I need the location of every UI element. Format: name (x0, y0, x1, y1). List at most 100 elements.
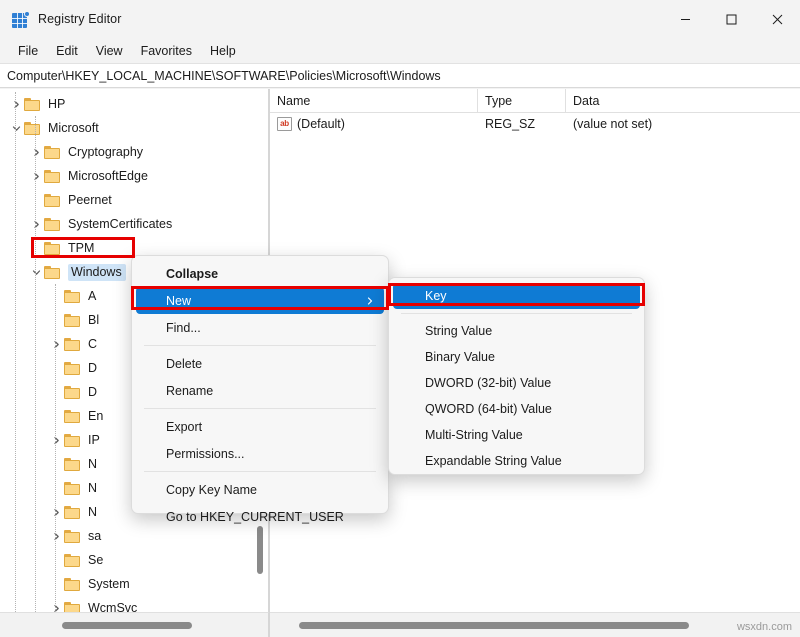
chevron-right-icon[interactable] (8, 92, 24, 116)
tree-scroll-thumb[interactable] (257, 526, 263, 574)
submenu-item-binary-value[interactable]: Binary Value (393, 344, 640, 370)
tree-guide-stub (48, 380, 64, 404)
menu-separator (144, 408, 376, 409)
menu-separator (144, 345, 376, 346)
value-name-cell: ab (Default) (270, 117, 478, 131)
minimize-button[interactable] (662, 0, 708, 38)
chevron-down-icon[interactable] (8, 116, 24, 140)
tree-guide-stub (48, 572, 64, 596)
address-bar[interactable]: Computer\HKEY_LOCAL_MACHINE\SOFTWARE\Pol… (0, 63, 800, 88)
submenu-item-qword-64-bit-value[interactable]: QWORD (64-bit) Value (393, 396, 640, 422)
tree-guide-line (35, 116, 36, 612)
tree-item-label: Se (88, 553, 104, 567)
tree-item-label: Windows (68, 263, 126, 281)
context-menu-item-label: Copy Key Name (166, 482, 258, 497)
maximize-button[interactable] (708, 0, 754, 38)
tree-guide-stub (48, 284, 64, 308)
column-header-name[interactable]: Name (270, 89, 478, 113)
values-horizontal-scrollbar[interactable] (270, 612, 800, 637)
chevron-right-icon[interactable] (48, 596, 64, 612)
table-row[interactable]: ab (Default) REG_SZ (value not set) (270, 113, 800, 135)
submenu-item-string-value[interactable]: String Value (393, 318, 640, 344)
tree-item-label: Bl (88, 313, 100, 327)
submenu-item-dword-32-bit-value[interactable]: DWORD (32-bit) Value (393, 370, 640, 396)
tree-item-se[interactable]: Se (0, 548, 268, 572)
tree-guide-stub (48, 548, 64, 572)
chevron-down-icon[interactable] (28, 260, 44, 284)
column-header-data[interactable]: Data (566, 89, 800, 113)
tree-item-hp[interactable]: HP (0, 92, 268, 116)
folder-icon (64, 481, 82, 495)
tree-item-label: A (88, 289, 97, 303)
value-type-cell: REG_SZ (485, 117, 536, 131)
folder-icon (44, 145, 62, 159)
tree-horizontal-scrollbar[interactable] (0, 612, 269, 637)
tree-item-system[interactable]: System (0, 572, 268, 596)
tree-item-microsoftedge[interactable]: MicrosoftEdge (0, 164, 268, 188)
tree-guide-stub (48, 476, 64, 500)
tree-guide-stub (28, 188, 44, 212)
tree-item-wcmsvc[interactable]: WcmSvc (0, 596, 268, 612)
registry-editor-icon (12, 10, 30, 28)
tree-item-cryptography[interactable]: Cryptography (0, 140, 268, 164)
tree-item-label: N (88, 457, 98, 471)
context-menu-item-label: Go to HKEY_CURRENT_USER (166, 509, 344, 524)
context-menu-item-rename[interactable]: Rename (136, 377, 384, 404)
submenu-item-multi-string-value[interactable]: Multi-String Value (393, 422, 640, 448)
context-menu-item-copy-key-name[interactable]: Copy Key Name (136, 476, 384, 503)
chevron-right-icon[interactable] (28, 140, 44, 164)
submenu-item-key[interactable]: Key (393, 283, 640, 309)
context-menu[interactable]: Collapse New Find... Delete Rename Export Perm… (131, 255, 389, 524)
context-menu-item-label: Export (166, 419, 203, 434)
folder-icon (64, 529, 82, 543)
chevron-right-icon[interactable] (28, 212, 44, 236)
tree-item-peernet[interactable]: Peernet (0, 188, 268, 212)
column-header-type[interactable]: Type (478, 89, 566, 113)
string-value-icon: ab (277, 117, 292, 131)
menu-separator (401, 313, 632, 314)
folder-icon (64, 577, 82, 591)
menu-favorites[interactable]: Favorites (132, 41, 201, 61)
folder-icon (44, 241, 62, 255)
context-menu-item-new[interactable]: New (136, 287, 384, 314)
tree-item-label: D (88, 385, 98, 399)
context-menu-item-label: New (166, 293, 192, 308)
context-menu-item-find[interactable]: Find... (136, 314, 384, 341)
context-menu-item-collapse[interactable]: Collapse (136, 260, 384, 287)
context-menu-item-go-to-hkey-current-user[interactable]: Go to HKEY_CURRENT_USER (136, 503, 384, 530)
tree-item-systemcertificates[interactable]: SystemCertificates (0, 212, 268, 236)
tree-item-label: En (88, 409, 104, 423)
tree-item-label: System (88, 577, 130, 591)
folder-icon (24, 121, 42, 135)
menu-help[interactable]: Help (201, 41, 245, 61)
tree-item-label: Peernet (68, 193, 112, 207)
chevron-right-icon[interactable] (48, 428, 64, 452)
tree-guide-line (55, 284, 56, 612)
chevron-right-icon[interactable] (48, 500, 64, 524)
tree-guide-line (15, 92, 16, 612)
values-hscroll-thumb[interactable] (299, 622, 689, 629)
folder-icon (64, 433, 82, 447)
tree-hscroll-thumb[interactable] (62, 622, 192, 629)
context-menu-item-export[interactable]: Export (136, 413, 384, 440)
folder-icon (24, 97, 42, 111)
tree-guide-stub (48, 404, 64, 428)
submenu-item-expandable-string-value[interactable]: Expandable String Value (393, 448, 640, 474)
chevron-right-icon[interactable] (28, 164, 44, 188)
tree-item-microsoft[interactable]: Microsoft (0, 116, 268, 140)
tree-item-label: IP (88, 433, 100, 447)
tree-item-label: Cryptography (68, 145, 144, 159)
menu-view[interactable]: View (87, 41, 132, 61)
close-button[interactable] (754, 0, 800, 38)
tree-guide-stub (48, 308, 64, 332)
tree-item-label: SystemCertificates (68, 217, 173, 231)
menu-edit[interactable]: Edit (47, 41, 87, 61)
chevron-right-icon[interactable] (48, 332, 64, 356)
new-submenu[interactable]: Key String Value Binary Value DWORD (32-bit… (388, 277, 645, 475)
menu-file[interactable]: File (9, 41, 47, 61)
tree-guide-stub (48, 356, 64, 380)
context-menu-item-label: Find... (166, 320, 201, 335)
context-menu-item-delete[interactable]: Delete (136, 350, 384, 377)
context-menu-item-permissions[interactable]: Permissions... (136, 440, 384, 467)
chevron-right-icon[interactable] (48, 524, 64, 548)
